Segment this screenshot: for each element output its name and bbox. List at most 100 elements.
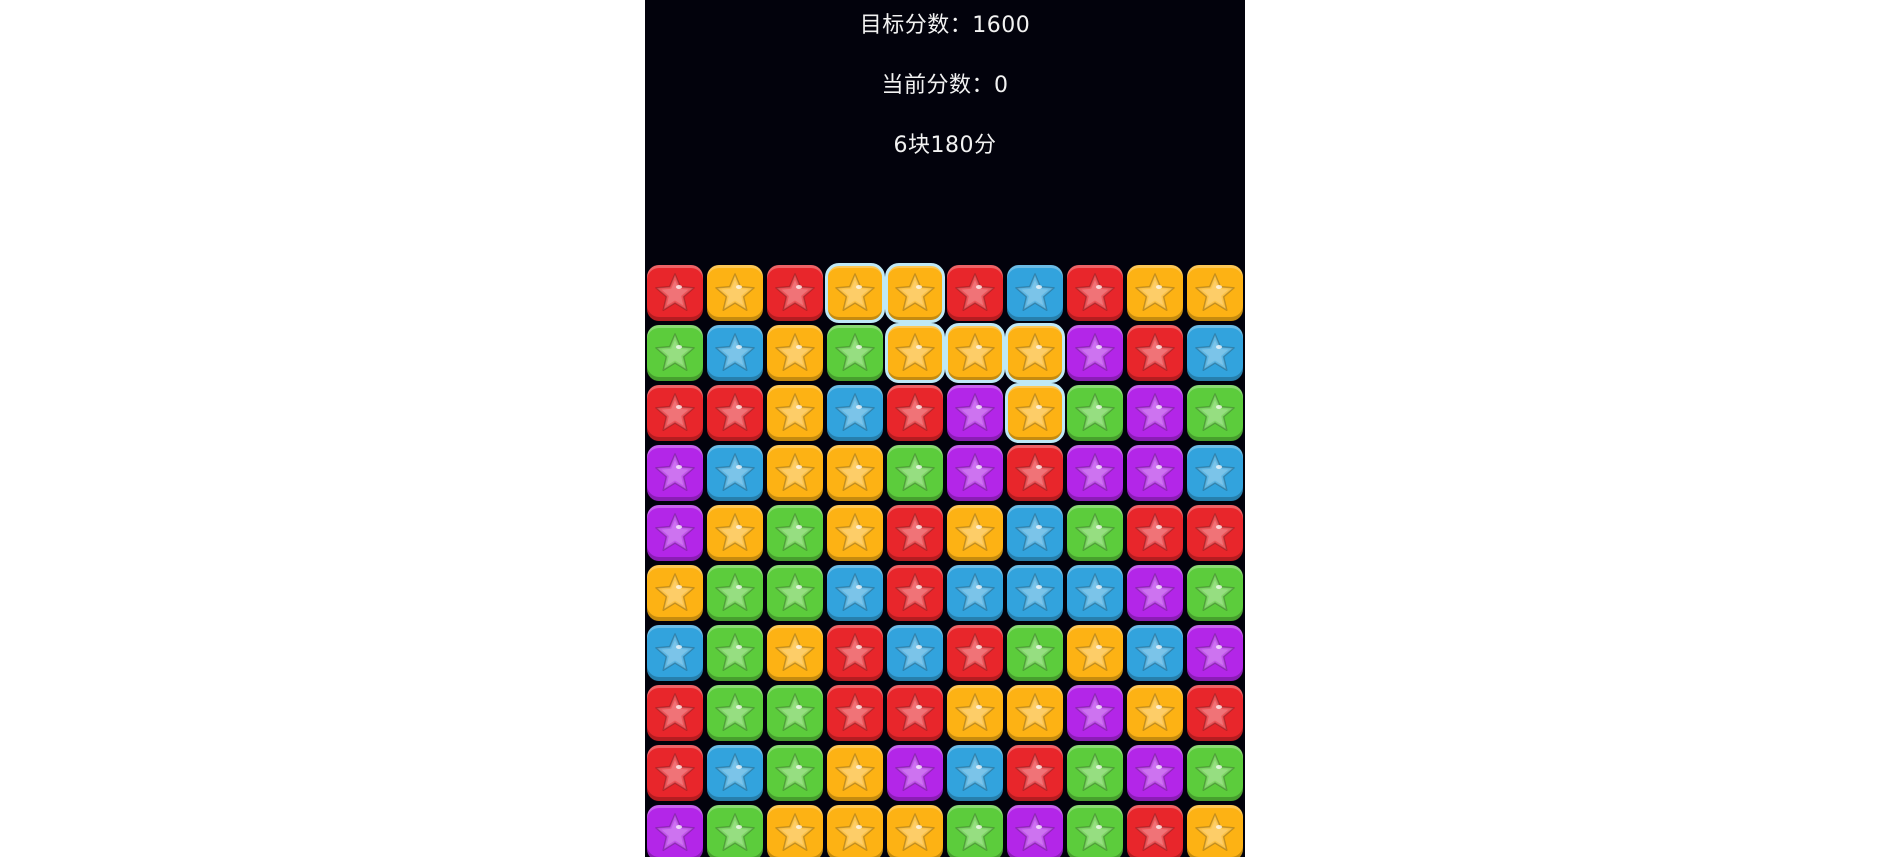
star-tile[interactable] (707, 325, 763, 381)
star-tile[interactable] (707, 385, 763, 441)
star-tile[interactable] (767, 325, 823, 381)
star-tile[interactable] (887, 685, 943, 741)
star-tile[interactable] (707, 805, 763, 857)
star-tile[interactable] (1127, 805, 1183, 857)
star-tile[interactable] (827, 625, 883, 681)
star-tile[interactable] (767, 505, 823, 561)
star-tile[interactable] (947, 805, 1003, 857)
star-tile[interactable] (1127, 565, 1183, 621)
star-tile[interactable] (647, 445, 703, 501)
star-tile[interactable] (827, 685, 883, 741)
star-tile[interactable] (1007, 685, 1063, 741)
star-tile[interactable] (767, 685, 823, 741)
star-tile[interactable] (707, 745, 763, 801)
star-tile[interactable] (1127, 745, 1183, 801)
star-tile[interactable] (1067, 505, 1123, 561)
star-tile[interactable] (947, 505, 1003, 561)
star-tile[interactable] (707, 565, 763, 621)
star-tile[interactable] (827, 805, 883, 857)
star-tile[interactable] (887, 565, 943, 621)
star-tile[interactable] (947, 565, 1003, 621)
star-tile[interactable] (885, 263, 945, 323)
star-tile[interactable] (707, 445, 763, 501)
star-tile[interactable] (767, 565, 823, 621)
star-tile[interactable] (1067, 325, 1123, 381)
star-tile[interactable] (1187, 385, 1243, 441)
star-tile[interactable] (827, 565, 883, 621)
star-tile[interactable] (887, 445, 943, 501)
star-tile[interactable] (1067, 745, 1123, 801)
star-tile[interactable] (1187, 625, 1243, 681)
star-tile[interactable] (885, 323, 945, 383)
star-tile[interactable] (1187, 685, 1243, 741)
star-tile[interactable] (1067, 805, 1123, 857)
star-tile[interactable] (1005, 323, 1065, 383)
star-tile[interactable] (1067, 625, 1123, 681)
star-tile[interactable] (647, 325, 703, 381)
star-tile[interactable] (1007, 805, 1063, 857)
star-tile[interactable] (707, 625, 763, 681)
star-board[interactable] (645, 263, 1245, 857)
star-tile[interactable] (827, 385, 883, 441)
star-tile[interactable] (647, 685, 703, 741)
star-tile[interactable] (1067, 385, 1123, 441)
star-tile[interactable] (827, 505, 883, 561)
star-tile[interactable] (887, 385, 943, 441)
star-tile[interactable] (1127, 325, 1183, 381)
star-tile[interactable] (827, 745, 883, 801)
star-tile[interactable] (1007, 505, 1063, 561)
star-tile[interactable] (1067, 565, 1123, 621)
star-tile[interactable] (1127, 385, 1183, 441)
star-tile[interactable] (647, 625, 703, 681)
star-tile[interactable] (707, 685, 763, 741)
star-tile[interactable] (707, 505, 763, 561)
star-tile[interactable] (947, 265, 1003, 321)
star-tile[interactable] (647, 265, 703, 321)
star-tile[interactable] (1187, 805, 1243, 857)
star-tile[interactable] (767, 265, 823, 321)
star-tile[interactable] (1187, 745, 1243, 801)
star-tile[interactable] (647, 805, 703, 857)
star-tile[interactable] (647, 505, 703, 561)
star-tile[interactable] (1187, 445, 1243, 501)
star-tile[interactable] (827, 325, 883, 381)
star-tile[interactable] (1067, 685, 1123, 741)
star-tile[interactable] (767, 805, 823, 857)
star-tile[interactable] (1127, 625, 1183, 681)
star-tile[interactable] (1067, 265, 1123, 321)
star-tile[interactable] (1007, 745, 1063, 801)
star-tile[interactable] (1187, 565, 1243, 621)
star-tile[interactable] (1187, 505, 1243, 561)
star-tile[interactable] (947, 445, 1003, 501)
star-tile[interactable] (1007, 565, 1063, 621)
star-tile[interactable] (1127, 445, 1183, 501)
star-tile[interactable] (947, 625, 1003, 681)
star-tile[interactable] (1007, 445, 1063, 501)
star-tile[interactable] (1005, 383, 1065, 443)
star-tile[interactable] (1127, 505, 1183, 561)
star-tile[interactable] (1007, 265, 1063, 321)
star-tile[interactable] (947, 385, 1003, 441)
star-tile[interactable] (707, 265, 763, 321)
star-tile[interactable] (947, 685, 1003, 741)
star-tile[interactable] (647, 385, 703, 441)
star-tile[interactable] (887, 805, 943, 857)
star-tile[interactable] (947, 745, 1003, 801)
star-tile[interactable] (647, 745, 703, 801)
star-tile[interactable] (767, 445, 823, 501)
star-tile[interactable] (767, 385, 823, 441)
star-tile[interactable] (1187, 325, 1243, 381)
star-tile[interactable] (1067, 445, 1123, 501)
star-tile[interactable] (767, 625, 823, 681)
star-tile[interactable] (1007, 625, 1063, 681)
star-tile[interactable] (1127, 265, 1183, 321)
star-tile[interactable] (767, 745, 823, 801)
star-tile[interactable] (887, 625, 943, 681)
star-tile[interactable] (945, 323, 1005, 383)
star-tile[interactable] (887, 745, 943, 801)
star-tile[interactable] (887, 505, 943, 561)
star-tile[interactable] (1127, 685, 1183, 741)
star-tile[interactable] (1187, 265, 1243, 321)
star-tile[interactable] (825, 263, 885, 323)
star-tile[interactable] (827, 445, 883, 501)
